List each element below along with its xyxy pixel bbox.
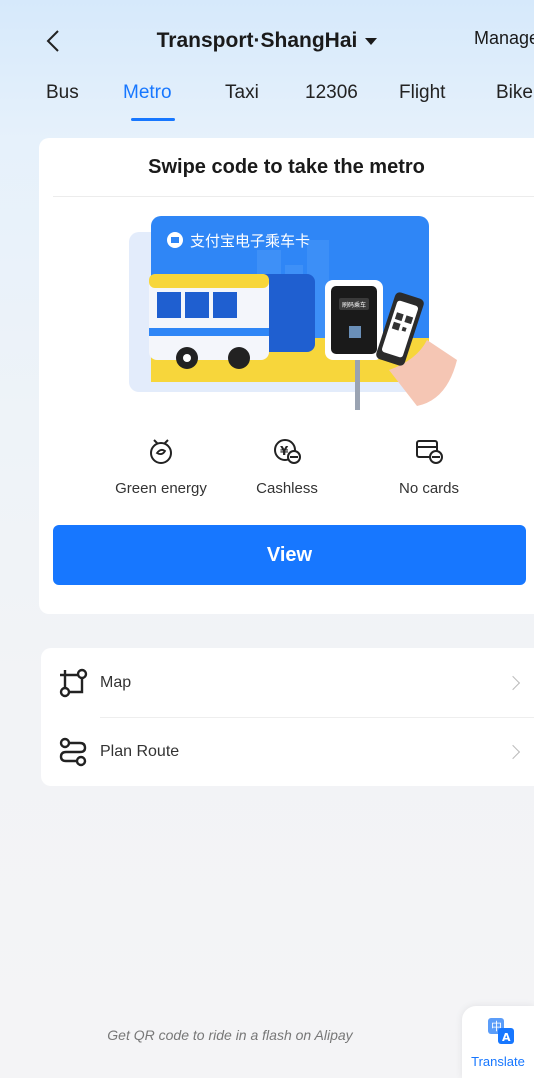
tab-12306[interactable]: 12306 <box>305 82 358 104</box>
card-icon <box>359 436 499 466</box>
city-selector[interactable]: Transport·ShangHai <box>157 29 378 53</box>
metro-card: Swipe code to take the metro 支付宝电子乘车卡 刷码… <box>39 138 534 614</box>
list-item-plan-route[interactable]: Plan Route <box>41 717 534 786</box>
list-item-label: Map <box>100 673 132 691</box>
tab-bus[interactable]: Bus <box>46 82 79 104</box>
menu-list: Map Plan Route <box>41 648 534 786</box>
translate-icon: 中 A <box>488 1018 514 1044</box>
view-button[interactable]: View <box>53 525 526 585</box>
yuan-coin-icon: ¥ <box>217 436 357 466</box>
feature-no-cards: No cards <box>359 436 499 497</box>
gate-label: 刷码乘车 <box>342 301 366 309</box>
map-icon <box>55 665 91 701</box>
tab-bike[interactable]: Bike <box>496 82 533 104</box>
chevron-right-icon <box>505 744 521 759</box>
tab-flight[interactable]: Flight <box>399 82 445 104</box>
manage-button[interactable]: Manage <box>474 28 534 49</box>
feature-label: No cards <box>398 480 460 497</box>
translate-label: Translate <box>471 1054 525 1069</box>
metro-banner-illustration: 支付宝电子乘车卡 刷码乘车 <box>127 210 507 414</box>
page-title: Transport·ShangHai <box>156 29 358 52</box>
active-tab-indicator <box>131 118 175 121</box>
route-icon <box>55 734 91 770</box>
feature-cashless: ¥ Cashless <box>217 436 357 497</box>
tab-taxi[interactable]: Taxi <box>225 82 259 104</box>
tab-metro[interactable]: Metro <box>123 82 172 104</box>
feature-label: Cashless <box>256 480 318 497</box>
chevron-left-icon <box>46 30 59 52</box>
transport-tabs: Bus Metro Taxi 12306 Flight Bike <box>0 82 534 122</box>
feature-label: Green energy <box>115 480 207 497</box>
banner-card-name: 支付宝电子乘车卡 <box>190 232 310 250</box>
title-bar: Transport·ShangHai <box>0 24 534 58</box>
divider <box>53 196 534 197</box>
caret-down-icon <box>365 37 378 45</box>
leaf-clock-icon <box>91 436 231 466</box>
feature-list: Green energy ¥ Cashless No cards <box>39 436 534 506</box>
list-item-label: Plan Route <box>100 742 180 760</box>
chevron-right-icon <box>505 675 521 690</box>
back-button[interactable] <box>38 24 68 58</box>
card-title: Swipe code to take the metro <box>148 156 425 178</box>
footer-text: Get QR code to ride in a flash on Alipay <box>107 1027 353 1043</box>
feature-green-energy: Green energy <box>91 436 231 497</box>
translate-button[interactable]: 中 A Translate <box>462 1006 534 1078</box>
svg-text:A: A <box>502 1031 511 1044</box>
list-item-map[interactable]: Map <box>41 648 534 718</box>
